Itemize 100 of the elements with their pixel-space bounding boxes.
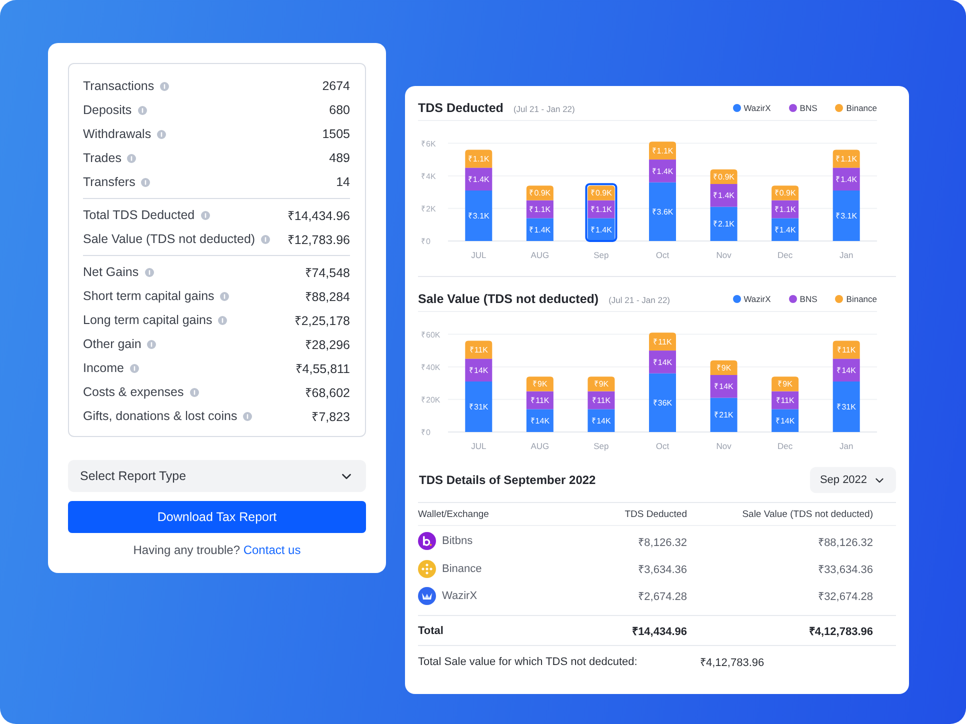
bar-value-label: ₹21K <box>714 410 734 420</box>
stat-value: 14 <box>336 175 350 189</box>
stat-value: ₹12,783.96 <box>287 232 350 248</box>
report-type-select[interactable]: Select Report Type <box>68 460 366 492</box>
stat-label: Long term capital gains <box>83 313 212 327</box>
bar-value-label: ₹36K <box>652 398 672 408</box>
exchange-name: Bitbns <box>442 535 473 547</box>
x-axis-label: JUL <box>471 250 486 260</box>
bar-value-label: ₹9K <box>532 380 548 389</box>
stat-label: Net Gains <box>83 265 139 279</box>
x-axis-label: JUL <box>471 441 486 451</box>
help-text: Having any trouble? Contact us <box>132 543 302 557</box>
chart-period: (Jul 21 - Jan 22) <box>608 295 670 305</box>
y-axis-label: ₹20K <box>421 395 440 404</box>
stat-value: 1505 <box>322 127 350 141</box>
table-cell-text: ₹32,674.28 <box>817 590 873 603</box>
info-icon <box>157 130 166 138</box>
stat-value: ₹68,602 <box>304 384 350 400</box>
crown-logo-icon <box>418 586 436 604</box>
x-axis-label: Nov <box>716 441 732 451</box>
bar-value-label: ₹11K <box>837 346 856 355</box>
stat-value: ₹7,823 <box>312 408 350 424</box>
bar-value-label: ₹0.9K <box>713 172 735 182</box>
bar-value-label: ₹3.1K <box>468 212 490 221</box>
x-axis-label: Nov <box>716 250 732 260</box>
info-icon <box>130 364 139 372</box>
b-mark-logo-icon <box>418 532 436 550</box>
exchange-name: WazirX <box>442 590 478 602</box>
x-axis-label: Jan <box>840 250 854 260</box>
column-header: TDS Deducted <box>624 508 687 520</box>
bar-value-label: ₹9K <box>778 380 792 389</box>
stat-value: 680 <box>329 103 350 117</box>
y-axis-label: ₹0 <box>421 428 430 437</box>
legend-label: WazirX <box>744 294 771 304</box>
table-cell-text: ₹88,126.32 <box>817 536 873 548</box>
month-select[interactable]: Sep 2022 <box>810 467 896 493</box>
download-report-button[interactable]: Download Tax Report <box>68 501 366 533</box>
stat-value: ₹28,296 <box>304 336 350 352</box>
x-axis-label: Dec <box>778 250 793 260</box>
y-axis-label: ₹40K <box>421 362 440 372</box>
stat-label: Short term capital gains <box>83 289 214 303</box>
y-axis-label: ₹60K <box>421 330 440 340</box>
bar-value-label: ₹9K <box>594 380 609 389</box>
total-label: Total <box>418 624 444 636</box>
bar-value-label: ₹31K <box>836 402 856 412</box>
x-axis-label: AUG <box>530 250 550 260</box>
bar-value-label: ₹31K <box>469 402 488 412</box>
details-title: TDS Details of September 2022 <box>419 473 596 487</box>
bar-value-label: ₹14K <box>652 358 672 367</box>
bar-value-label: ₹0.9K <box>590 188 612 198</box>
info-icon <box>144 268 154 276</box>
bar-value-label: ₹3.6K <box>652 207 674 216</box>
info-icon <box>141 178 150 186</box>
bar-value-label: ₹1.4K <box>713 191 735 200</box>
bar-value-label: ₹11K <box>530 396 550 406</box>
bar-value-label: ₹0.9K <box>529 188 551 198</box>
bar-value-label: ₹1.1K <box>652 146 674 156</box>
chart-title: Sale Value (TDS not deducted) <box>418 292 599 306</box>
info-icon <box>190 388 199 396</box>
bar-value-label: ₹1.4K <box>590 225 612 234</box>
bar-value-label: ₹1.4K <box>529 225 551 234</box>
bar-value-label: ₹14K <box>530 416 550 426</box>
bar-value-label: ₹14K <box>469 366 488 375</box>
x-axis-label: Oct <box>656 441 670 451</box>
bar-value-label: ₹14K <box>592 416 611 426</box>
bar-value-label: ₹1.4K <box>836 174 858 184</box>
stat-label: Costs & expenses <box>83 385 184 399</box>
bar-value-label: ₹1.1K <box>590 205 612 214</box>
y-axis-label: ₹6K <box>421 139 436 148</box>
bar-value-label: ₹0.9K <box>774 188 796 198</box>
bar-value-label: ₹2.1K <box>713 220 735 229</box>
stat-label: Deposits <box>83 103 132 117</box>
stat-label: Gifts, donations & lost coins <box>83 409 238 423</box>
x-axis-label: Sep <box>594 250 609 260</box>
legend-label: Binance <box>846 102 877 112</box>
contact-link[interactable]: Contact us <box>243 543 301 557</box>
bar-value-label: ₹9K <box>716 363 732 372</box>
total-value: ₹14,434.96 <box>631 625 687 638</box>
y-axis-label: ₹4K <box>421 172 436 181</box>
x-axis-label: Jan <box>840 441 854 451</box>
bar-value-label: ₹1.4K <box>652 166 674 176</box>
stat-label: Trades <box>83 151 122 165</box>
diamond-logo-icon <box>418 560 436 578</box>
info-icon <box>138 106 147 114</box>
x-axis-label: AUG <box>530 441 550 451</box>
info-icon <box>147 340 156 348</box>
bar-value-label: ₹3.1K <box>836 212 858 221</box>
chart-period: (Jul 21 - Jan 22) <box>513 104 575 114</box>
bar-value-label: ₹11K <box>592 396 611 406</box>
bar-value-label: ₹14K <box>714 382 734 392</box>
y-axis-label: ₹2K <box>421 204 436 214</box>
bar-value-label: ₹1.4K <box>468 174 490 184</box>
stat-value: ₹2,25,178 <box>294 312 350 328</box>
info-icon <box>218 316 228 324</box>
total-value: ₹4,12,783.96 <box>808 625 873 638</box>
bar-value-label: ₹14K <box>836 366 856 375</box>
bar-value-label: ₹11K <box>653 337 672 346</box>
exchange-name: Binance <box>442 562 482 574</box>
stat-value: 489 <box>329 151 350 165</box>
stat-label: Total TDS Deducted <box>83 208 195 222</box>
